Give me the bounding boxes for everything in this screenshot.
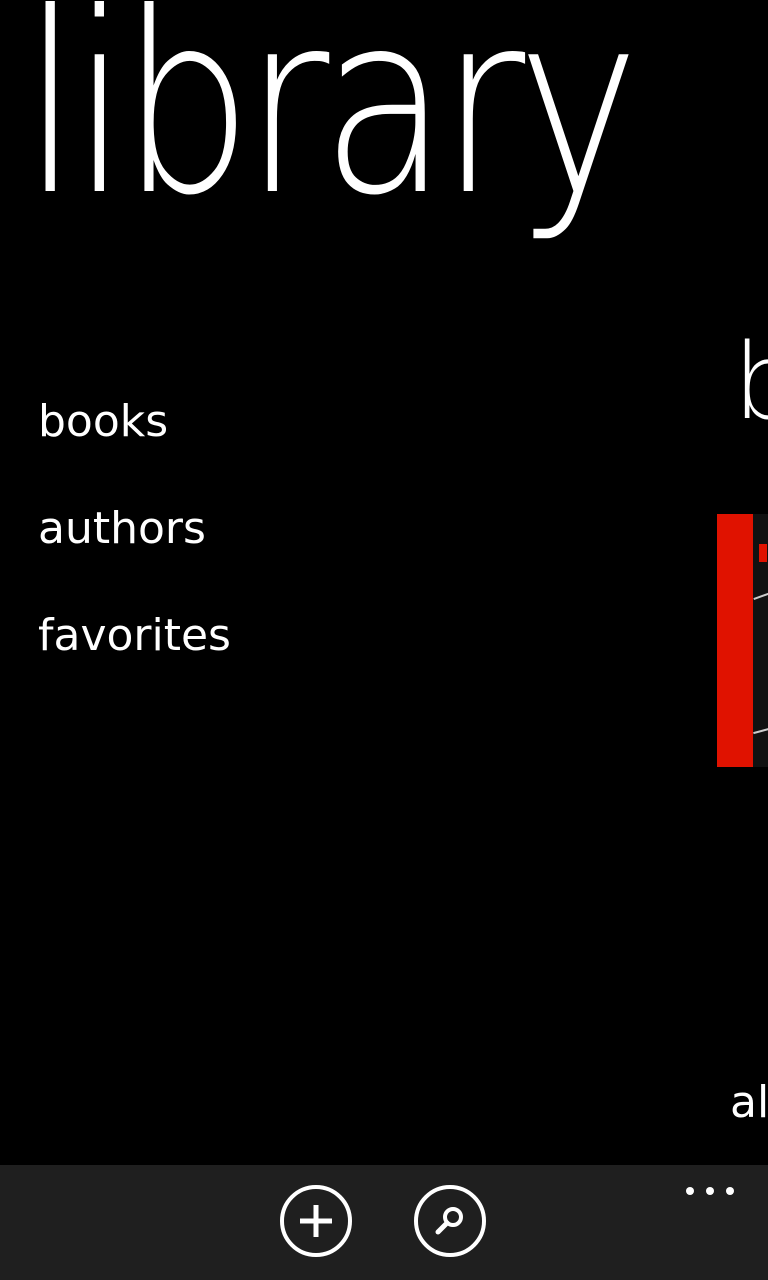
cover-art-line	[753, 589, 768, 601]
app-bar	[0, 1165, 768, 1280]
ellipsis-icon	[726, 1187, 734, 1195]
search-icon	[435, 1207, 463, 1235]
search-button[interactable]	[414, 1185, 486, 1257]
library-menu: books authors favorites	[38, 392, 231, 713]
book-cover-peek[interactable]	[717, 514, 768, 767]
menu-item-favorites[interactable]: favorites	[38, 606, 231, 666]
next-section-heading-peek: b	[733, 321, 768, 443]
menu-item-authors[interactable]: authors	[38, 499, 231, 559]
ellipsis-icon	[686, 1187, 694, 1195]
panorama-title: library	[22, 0, 640, 250]
add-button[interactable]	[280, 1185, 352, 1257]
ellipsis-icon	[706, 1187, 714, 1195]
menu-item-books[interactable]: books	[38, 392, 231, 452]
cover-art-mark	[759, 544, 767, 562]
cover-art-line	[753, 725, 768, 735]
book-cover-art	[753, 514, 768, 767]
more-options-button[interactable]	[686, 1181, 734, 1201]
add-icon	[300, 1205, 332, 1237]
next-section-link-peek[interactable]: al	[730, 1078, 768, 1128]
library-screen: library books authors favorites b al	[0, 0, 768, 1280]
